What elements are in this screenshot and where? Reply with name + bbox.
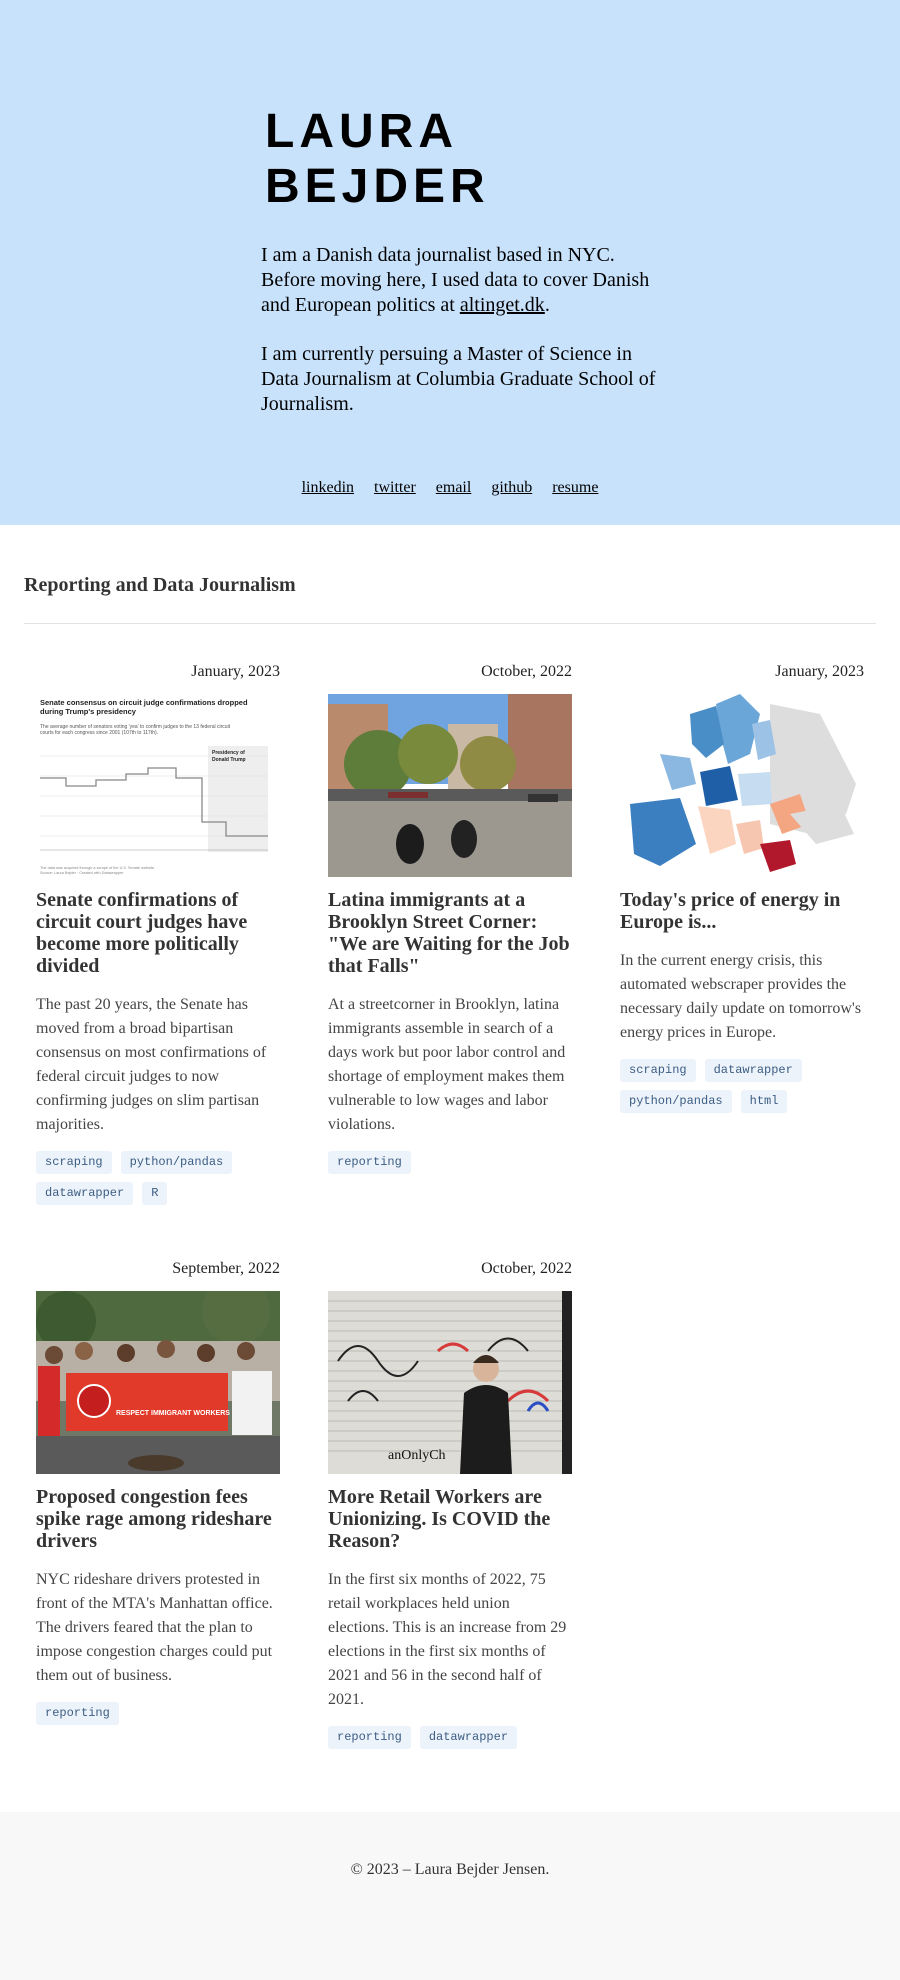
graffiti-text: anOnlyCh	[388, 1448, 446, 1463]
hero-section: LAURA BEJDER I am a Danish data journali…	[0, 0, 900, 525]
tag-python-pandas: python/pandas	[620, 1090, 732, 1113]
twitter-link[interactable]: twitter	[374, 479, 416, 496]
intro-paragraph: I am a Danish data journalist based in N…	[261, 243, 661, 318]
page-footer: © 2023 – Laura Bejder Jensen.	[0, 1812, 900, 1980]
study-paragraph: I am currently persuing a Master of Scie…	[261, 343, 656, 415]
linkedin-link[interactable]: linkedin	[302, 479, 354, 496]
chart-thumbnail-image[interactable]: Senate consensus on circuit judge confir…	[36, 694, 280, 877]
project-card-latina-immigrants[interactable]: October, 2022 Latina immigrants at a Bro…	[328, 662, 572, 1174]
email-link[interactable]: email	[436, 479, 472, 496]
tag-reporting: reporting	[328, 1726, 411, 1749]
name-line-last: BEJDER	[265, 160, 490, 213]
name-line-first: LAURA	[265, 105, 458, 158]
tag-python-pandas: python/pandas	[120, 1151, 233, 1174]
street-corner-photo[interactable]	[328, 694, 572, 877]
tag-datawrapper: datawrapper	[36, 1182, 134, 1205]
card-tags: scraping datawrapper python/pandas html	[620, 1059, 864, 1113]
card-tags: scraping python/pandas datawrapper R	[36, 1151, 280, 1205]
thumb-annotation-2: Donald Trump	[212, 757, 246, 763]
card-title[interactable]: Senate confirmations of circuit court ju…	[36, 889, 280, 977]
card-tags: reporting datawrapper	[328, 1726, 572, 1749]
card-date: October, 2022	[481, 663, 572, 680]
protest-illustration: RESPECT IMMIGRANT WORKERS	[36, 1291, 280, 1474]
resume-link[interactable]: resume	[552, 479, 598, 496]
card-date: October, 2022	[481, 1260, 572, 1277]
card-description: In the first six months of 2022, 75 reta…	[328, 1571, 567, 1708]
section-title: Reporting and Data Journalism	[24, 574, 296, 596]
card-description: NYC rideshare drivers protested in front…	[36, 1571, 273, 1684]
tag-datawrapper: datawrapper	[704, 1059, 802, 1082]
card-description: In the current energy crisis, this autom…	[620, 952, 862, 1041]
graffiti-portrait-illustration: anOnlyCh	[328, 1291, 572, 1474]
banner-text: RESPECT IMMIGRANT WORKERS	[116, 1410, 230, 1417]
section-divider	[24, 623, 876, 624]
senate-chart-thumbnail: Senate consensus on circuit judge confir…	[36, 694, 280, 877]
tag-reporting: reporting	[328, 1151, 411, 1174]
thumb-note: The data was acquired through a scrape o…	[40, 866, 155, 870]
project-card-congestion-fees[interactable]: September, 2022 RESPECT IMMIGRANT WORKER…	[36, 1259, 280, 1725]
tag-datawrapper: datawrapper	[419, 1726, 518, 1749]
site-name: LAURA BEJDER	[265, 104, 490, 214]
intro-text-end: .	[544, 294, 550, 316]
tag-html: html	[740, 1090, 788, 1113]
card-date: September, 2022	[172, 1260, 280, 1277]
tag-scraping: scraping	[620, 1059, 696, 1082]
thumb-source: Source: Laura Bejder · Created with Data…	[40, 871, 124, 875]
thumb-annotation-1: Presidency of	[212, 750, 245, 756]
tag-reporting: reporting	[36, 1702, 119, 1725]
europe-map-image[interactable]	[620, 694, 864, 877]
project-card-energy-prices[interactable]: January, 2023 Today's price of energy in…	[620, 662, 864, 1113]
card-title[interactable]: Latina immigrants at a Brooklyn Street C…	[328, 889, 572, 977]
card-tags: reporting	[328, 1151, 572, 1174]
card-description: At a streetcorner in Brooklyn, latina im…	[328, 996, 566, 1133]
altinget-link[interactable]: altinget.dk	[460, 294, 545, 316]
europe-energy-map	[620, 694, 864, 877]
tag-r: R	[142, 1182, 168, 1205]
social-links: linkedin twitter email github resume	[0, 479, 900, 497]
card-date: January, 2023	[191, 663, 280, 680]
footer-copyright: © 2023 – Laura Bejder Jensen.	[350, 1861, 550, 1878]
card-title[interactable]: Proposed congestion fees spike rage amon…	[36, 1486, 280, 1552]
card-title[interactable]: Today's price of energy in Europe is...	[620, 889, 864, 933]
card-tags: reporting	[36, 1702, 280, 1725]
graffiti-portrait-photo[interactable]: anOnlyCh	[328, 1291, 572, 1474]
github-link[interactable]: github	[491, 479, 532, 496]
intro-text: I am a Danish data journalist based in N…	[261, 244, 650, 316]
card-title[interactable]: More Retail Workers are Unionizing. Is C…	[328, 1486, 572, 1552]
street-corner-illustration	[328, 694, 572, 877]
protest-photo[interactable]: RESPECT IMMIGRANT WORKERS	[36, 1291, 280, 1474]
project-card-senate[interactable]: January, 2023 Senate consensus on circui…	[36, 662, 280, 1205]
tag-scraping: scraping	[36, 1151, 112, 1174]
card-description: The past 20 years, the Senate has moved …	[36, 996, 267, 1133]
card-date: January, 2023	[775, 663, 864, 680]
project-card-retail-unions[interactable]: October, 2022 anOnlyCh More Retail Worke…	[328, 1259, 572, 1749]
